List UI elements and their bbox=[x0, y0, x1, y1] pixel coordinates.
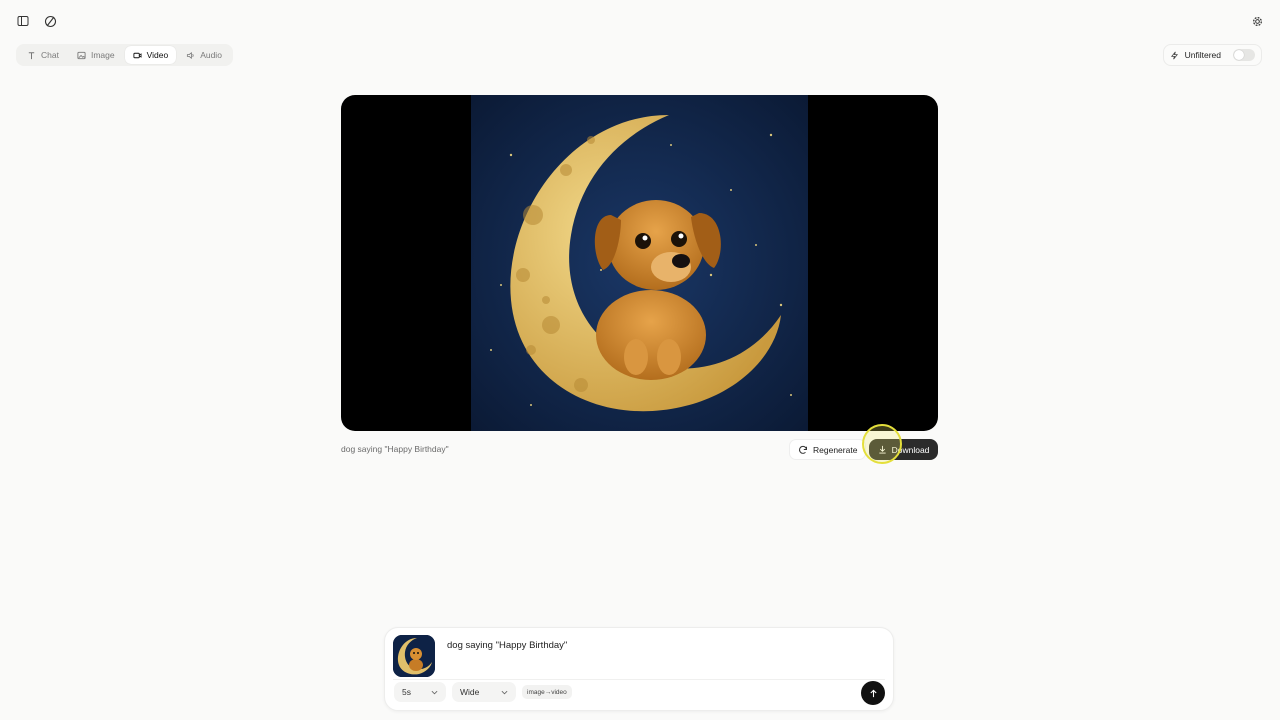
tab-chat[interactable]: Chat bbox=[19, 46, 67, 64]
duration-select[interactable]: 5s bbox=[394, 682, 446, 702]
regenerate-label: Regenerate bbox=[813, 444, 858, 455]
tab-label: Image bbox=[90, 50, 115, 60]
prompt-composer: 5s Wide image→video bbox=[384, 627, 894, 711]
chevron-down-icon bbox=[431, 690, 438, 694]
unfiltered-switch[interactable] bbox=[1233, 49, 1255, 61]
unfiltered-toggle-group[interactable]: Unfiltered bbox=[1162, 44, 1262, 66]
tab-audio[interactable]: Audio bbox=[178, 46, 230, 64]
text-icon bbox=[28, 51, 35, 59]
unfiltered-label: Unfiltered bbox=[1184, 50, 1221, 60]
download-button[interactable]: Download bbox=[869, 439, 938, 460]
mode-tabs: Chat Image Video Audio bbox=[16, 44, 233, 66]
arrow-up-icon bbox=[869, 689, 877, 697]
mode-chip[interactable]: image→video bbox=[522, 685, 572, 699]
tab-label: Chat bbox=[41, 50, 59, 60]
aspect-value: Wide bbox=[460, 687, 480, 697]
mode-chip-label: image→video bbox=[527, 688, 567, 696]
tab-image[interactable]: Image bbox=[69, 46, 123, 64]
lightning-icon bbox=[1170, 51, 1178, 59]
tab-label: Audio bbox=[200, 50, 222, 60]
tab-video[interactable]: Video bbox=[124, 46, 177, 64]
duration-value: 5s bbox=[402, 687, 411, 697]
sidebar-toggle-icon[interactable] bbox=[12, 10, 34, 32]
video-caption: dog saying "Happy Birthday" bbox=[341, 444, 449, 454]
video-player[interactable] bbox=[341, 95, 938, 431]
refresh-icon bbox=[799, 445, 807, 454]
download-label: Download bbox=[891, 444, 930, 455]
prompt-input[interactable] bbox=[447, 640, 877, 651]
generated-video-frame bbox=[471, 95, 808, 431]
gear-icon[interactable] bbox=[1246, 10, 1268, 32]
app-logo-icon[interactable] bbox=[39, 10, 61, 32]
regenerate-button[interactable]: Regenerate bbox=[789, 439, 867, 460]
send-button[interactable] bbox=[861, 681, 885, 705]
composer-divider bbox=[393, 679, 885, 680]
reference-image-thumbnail[interactable] bbox=[393, 635, 435, 677]
chevron-down-icon bbox=[501, 690, 508, 694]
video-camera-icon bbox=[133, 52, 142, 58]
aspect-select[interactable]: Wide bbox=[452, 682, 516, 702]
download-icon bbox=[878, 445, 886, 454]
speaker-icon bbox=[187, 51, 194, 59]
tab-label: Video bbox=[146, 50, 169, 60]
image-icon bbox=[77, 51, 86, 59]
